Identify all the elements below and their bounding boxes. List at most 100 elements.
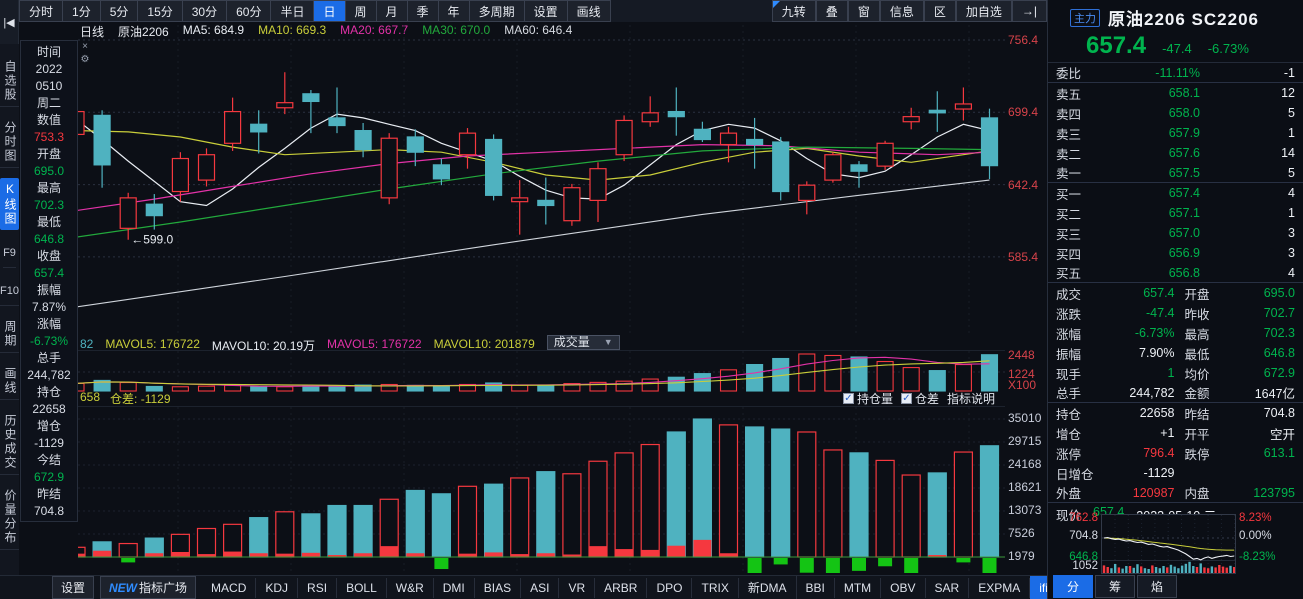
period-tab-半日[interactable]: 半日	[271, 0, 314, 22]
indicator-tab-MTM[interactable]: MTM	[835, 578, 881, 598]
period-tab-多周期[interactable]: 多周期	[470, 0, 525, 22]
indicator-tab-BBI[interactable]: BBI	[797, 578, 835, 598]
pin-right-icon[interactable]: →|	[1012, 0, 1047, 22]
indicator-tab-BIAS[interactable]: BIAS	[475, 578, 521, 598]
period-tab-60分[interactable]: 60分	[227, 0, 271, 22]
sidebar-item-画线[interactable]: 画线	[0, 363, 19, 400]
sidebar-item-周期[interactable]: 周期	[0, 316, 19, 353]
volume-chart[interactable]	[78, 350, 1005, 391]
tool-信息[interactable]: 信息	[880, 0, 924, 22]
info-row: 时间	[21, 43, 77, 60]
price-change-pct: -6.73%	[1208, 41, 1249, 56]
period-tab-分时[interactable]: 分时	[19, 0, 63, 22]
info-row: 0510	[21, 77, 77, 94]
mini-intraday-chart[interactable]: 762.8704.8646.810528.23%0.00%-8.23%	[1048, 512, 1303, 575]
tool-区[interactable]: 区	[924, 0, 956, 22]
candle	[225, 98, 241, 151]
book-row-买一: 买一657.44	[1048, 183, 1303, 203]
info-row: 2022	[21, 60, 77, 77]
info-row: 收盘	[21, 247, 77, 264]
sidebar-item-K线图[interactable]: K线图	[0, 178, 19, 230]
quote-grid-row: 涨跌-47.4昨收702.7	[1048, 303, 1303, 323]
tool-加自选[interactable]: 加自选	[956, 0, 1012, 22]
indicator-tab-KDJ[interactable]: KDJ	[256, 578, 298, 598]
indicator-dropdown[interactable]: 成交量▼	[547, 335, 620, 350]
indicator-tab-OBV[interactable]: OBV	[881, 578, 925, 598]
open-interest-bars	[78, 419, 999, 557]
indicator-tab-ARBR[interactable]: ARBR	[595, 578, 647, 598]
mini-tab-焰[interactable]: 焰	[1137, 575, 1177, 598]
info-row: 振幅	[21, 281, 77, 298]
period-tab-设置[interactable]: 设置	[525, 0, 568, 22]
open-interest-chart[interactable]	[78, 406, 1005, 573]
mini-tab-分[interactable]: 分	[1053, 575, 1093, 598]
indicator-tab-EXPMA[interactable]: EXPMA	[969, 578, 1030, 598]
indicator-tab-ASI[interactable]: ASI	[521, 578, 559, 598]
info-row: 695.0	[21, 162, 77, 179]
volume-header: 82MAVOL5: 176722MAVOL10: 20.19万MAVOL5: 1…	[80, 337, 628, 350]
book-row-卖三: 卖三657.91	[1048, 123, 1303, 143]
oi-header-item: 仓差: -1129	[110, 390, 170, 407]
period-tab-5分[interactable]: 5分	[101, 0, 139, 22]
indicator-tab-W&R[interactable]: W&R	[387, 578, 434, 598]
sidebar-item-价量分布[interactable]: 价量分布	[0, 485, 19, 550]
indicator-tab-VR[interactable]: VR	[559, 578, 595, 598]
main-contract-badge: 主力	[1070, 9, 1100, 27]
sidebar-item-F9[interactable]: F9	[3, 240, 16, 268]
settings-button[interactable]: 设置	[52, 576, 94, 599]
period-tab-月[interactable]: 月	[377, 0, 408, 22]
candle	[616, 115, 632, 161]
indicator-tab-DMI[interactable]: DMI	[434, 578, 475, 598]
info-row: 最低	[21, 213, 77, 230]
candlestick-chart[interactable]: ←599.0	[78, 25, 1005, 335]
period-tab-画线[interactable]: 画线	[568, 0, 611, 22]
candle	[486, 134, 502, 200]
tool-窗[interactable]: 窗	[848, 0, 880, 22]
sidebar-item-F10[interactable]: F10	[0, 278, 19, 306]
indicator-market-button[interactable]: NEW指标广场	[100, 576, 196, 599]
sidebar-item-自选股[interactable]: 自选股	[0, 56, 19, 107]
indicator-tab-SAR[interactable]: SAR	[926, 578, 970, 598]
indicator-tab-RSI[interactable]: RSI	[298, 578, 337, 598]
quote-panel: 主力 原油2206 SC2206 657.4 -47.4 -6.73% 委比-1…	[1047, 0, 1303, 599]
indicator-tab-BOLL[interactable]: BOLL	[337, 578, 387, 598]
candle	[721, 127, 737, 163]
sidebar-item-历史成交[interactable]: 历史成交	[0, 410, 19, 475]
sidebar-item-分时图[interactable]: 分时图	[0, 117, 19, 168]
book-row-买三: 买三657.03	[1048, 223, 1303, 243]
info-row: 增仓	[21, 417, 77, 434]
period-tab-15分[interactable]: 15分	[138, 0, 182, 22]
indicator-tab-DPO[interactable]: DPO	[647, 578, 692, 598]
period-tab-30分[interactable]: 30分	[183, 0, 227, 22]
info-row: -1129	[21, 434, 77, 451]
volume-axis-label: 2448	[1008, 348, 1035, 362]
tool-九转[interactable]: 九转	[772, 0, 816, 22]
period-tab-年[interactable]: 年	[439, 0, 470, 22]
period-tabs: 分时1分5分15分30分60分半日日周月季年多周期设置画线	[19, 0, 611, 22]
indicator-tab-TRIX[interactable]: TRIX	[692, 578, 738, 598]
info-row: 657.4	[21, 264, 77, 281]
mini-tab-筹[interactable]: 筹	[1095, 575, 1135, 598]
indicator-tab-MACD[interactable]: MACD	[202, 578, 256, 598]
volume-header-item: MAVOL5: 176722	[327, 337, 422, 350]
checkbox-open-interest[interactable]: ✓持仓量	[843, 390, 893, 407]
candle	[329, 87, 345, 133]
period-tab-1分[interactable]: 1分	[63, 0, 101, 22]
candle	[381, 133, 397, 204]
indicator-help-link[interactable]: 指标说明	[947, 390, 995, 407]
period-tab-季[interactable]: 季	[408, 0, 439, 22]
book-row-卖二: 卖二657.614	[1048, 143, 1303, 163]
indicator-tab-bar: 设置 NEW指标广场 MACDKDJRSIBOLLW&RDMIBIASASIVRAR…	[0, 575, 1047, 599]
period-tab-日[interactable]: 日	[314, 0, 345, 22]
period-tab-周[interactable]: 周	[346, 0, 377, 22]
checkbox-oi-delta[interactable]: ✓仓差	[901, 390, 939, 407]
collapse-panel-icon[interactable]: |◀	[0, 0, 19, 44]
gear-icon[interactable]: ⚙	[79, 54, 91, 65]
oi-axis-label: 35010	[1008, 411, 1041, 425]
oi-axis-label: 1979	[1008, 549, 1035, 563]
mini-price-line	[1104, 538, 1234, 560]
tool-叠[interactable]: 叠	[816, 0, 848, 22]
indicator-tab-新DMA[interactable]: 新DMA	[739, 576, 797, 599]
book-row-卖五: 卖五658.112	[1048, 83, 1303, 103]
close-icon[interactable]: ×	[79, 41, 91, 52]
